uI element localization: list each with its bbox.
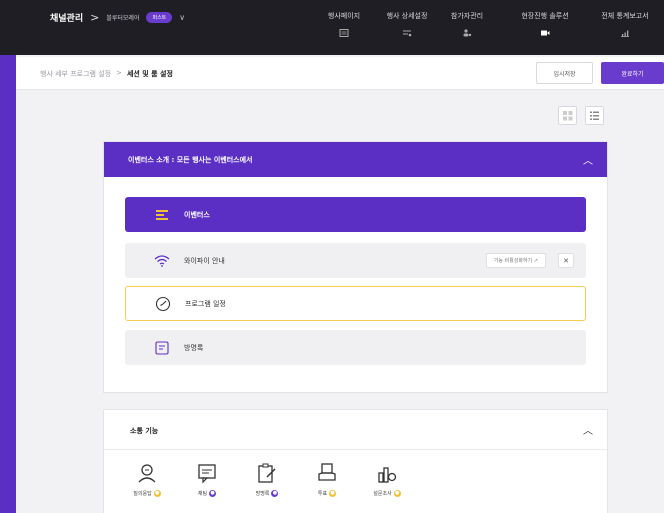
grid-icon (563, 111, 573, 121)
feature-survey[interactable]: 설문조사 ● (360, 462, 414, 497)
wifi-icon (152, 251, 172, 271)
feature-qna[interactable]: 질의응답 ● (120, 462, 174, 497)
communication-panel-title: 소통 기능 (130, 427, 159, 435)
menu-item-program-schedule[interactable]: 프로그램 일정 (125, 286, 586, 321)
clock-icon (153, 294, 173, 314)
page-title: 세션 및 룸 설정 (126, 70, 173, 78)
menu-icon (152, 205, 172, 225)
channel-title[interactable]: 채널관리 (50, 11, 83, 24)
menu-item-label: 방명록 (184, 343, 204, 352)
feature-chat[interactable]: 채팅 ● (180, 462, 234, 497)
divider (104, 449, 607, 450)
menu-item-label: 이벤터스 (184, 210, 210, 219)
chat-icon (198, 464, 216, 484)
status-dot: ● (209, 490, 217, 497)
project-name[interactable]: 블루터모레어 (106, 13, 139, 22)
intro-panel: 이벤터스 소개 : 모든 행사는 이벤터스에서 ︿ 이벤터스 와이파이 안내 기… (103, 141, 608, 393)
menu-item-guestbook[interactable]: 방명록 (125, 330, 586, 365)
feature-label: 채팅 (197, 491, 208, 497)
vote-icon (318, 463, 336, 481)
menu-item-wifi[interactable]: 와이파이 안내 기능 비활성화하기 ↗ ✕ (125, 243, 586, 278)
guestbook-icon (152, 338, 172, 358)
breadcrumb-separator: > (90, 11, 100, 24)
status-dot: ● (153, 490, 161, 497)
feature-label: 투표 (317, 491, 328, 497)
feature-label: 방명록 (255, 491, 270, 497)
chevron-up-icon[interactable]: ︿ (583, 422, 593, 437)
top-bar: 채널관리 > 블루터모레어 퍼스트 ∨ 행사페이지 행사 상세설정 참가자관리 … (0, 0, 664, 55)
chart-icon (621, 30, 629, 37)
people-icon (463, 29, 472, 37)
nav-statistics-report[interactable]: 전체 통계보고서 (588, 11, 662, 37)
close-icon[interactable]: ✕ (558, 253, 574, 268)
nav-label: 전체 통계보고서 (601, 12, 649, 20)
chevron-down-icon[interactable]: ∨ (179, 13, 185, 22)
list-view-button[interactable] (585, 106, 604, 125)
feature-vote[interactable]: 투표 ● (300, 462, 354, 497)
communication-panel: 소통 기능 ︿ 질의응답 ● 채팅 ● 방명록 ● 투표 ● 설문조사 ● (103, 409, 608, 513)
nav-label: 현장진행 솔루션 (521, 12, 569, 20)
nav-label: 행사페이지 (327, 12, 361, 20)
left-sidebar-strip (0, 55, 16, 513)
breadcrumb-parent[interactable]: 행사 세부 프로그램 설정 (40, 69, 111, 79)
survey-chart-icon (378, 467, 397, 483)
nav-label: 행사 상세설정 (386, 12, 428, 20)
feature-guestbook[interactable]: 방명록 ● (240, 462, 294, 497)
breadcrumb-separator: > (116, 69, 122, 77)
nav-event-page[interactable]: 행사페이지 (309, 11, 379, 37)
feature-label: 질의응답 (133, 491, 152, 497)
list-icon (590, 111, 599, 120)
grid-view-button[interactable] (558, 106, 577, 125)
intro-panel-header[interactable]: 이벤터스 소개 : 모든 행사는 이벤터스에서 ︿ (104, 142, 607, 177)
chevron-up-icon[interactable]: ︿ (583, 152, 593, 167)
nav-label: 참가자관리 (450, 12, 484, 20)
channel-breadcrumb: 채널관리 > 블루터모레어 퍼스트 ∨ (50, 11, 185, 24)
clipboard-edit-icon (258, 463, 276, 483)
qna-icon (138, 464, 156, 483)
temp-save-button[interactable]: 임시저장 (536, 62, 593, 84)
status-dot: ● (271, 490, 279, 497)
menu-item-eventus[interactable]: 이벤터스 (125, 197, 586, 232)
done-button[interactable]: 완료하기 (601, 62, 664, 84)
plan-badge: 퍼스트 (146, 12, 173, 23)
menu-item-label: 와이파이 안내 (184, 256, 225, 265)
disable-feature-button[interactable]: 기능 비활성화하기 ↗ (485, 253, 546, 268)
breadcrumb: 행사 세부 프로그램 설정 > 세션 및 룸 설정 (40, 69, 173, 79)
page-icon (339, 29, 349, 37)
feature-label: 설문조사 (373, 491, 392, 497)
status-dot: ● (329, 490, 337, 497)
nav-onsite-solution[interactable]: 현장진행 솔루션 (505, 11, 585, 37)
video-icon (541, 30, 550, 36)
menu-item-label: 프로그램 일정 (185, 299, 226, 308)
nav-participants[interactable]: 참가자관리 (432, 11, 502, 37)
status-dot: ● (393, 490, 401, 497)
intro-panel-title: 이벤터스 소개 : 모든 행사는 이벤터스에서 (128, 155, 253, 164)
settings-icon (403, 30, 412, 37)
